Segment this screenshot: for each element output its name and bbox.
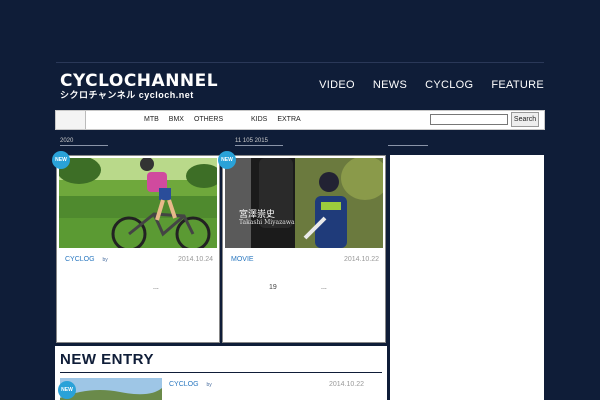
category-links-2: KIDS EXTRA <box>251 116 301 123</box>
article-author: by <box>102 257 108 263</box>
article-photo-kid-bike[interactable] <box>59 158 217 248</box>
sub-nav-bar: MTB BMX OTHERS KIDS EXTRA Search <box>55 110 545 130</box>
entry-meta: CYCLOG by 2014.10.22 <box>169 381 364 388</box>
year-link-left[interactable]: 2020 <box>60 138 108 146</box>
home-tab[interactable] <box>56 111 86 129</box>
new-badge: NEW <box>58 381 76 399</box>
new-entry-rule <box>60 372 382 373</box>
entry-author: by <box>206 382 212 388</box>
article-excerpt-number: 19 <box>269 284 277 291</box>
new-entry-header: NEW ENTRY <box>55 344 387 374</box>
top-divider <box>56 62 544 63</box>
logo-wordmark: CYCLOCHANNEL <box>60 71 219 91</box>
main-nav: VIDEO NEWS CYCLOG FEATURE <box>319 79 544 91</box>
photo-caption-en: Takashi Miyazawa <box>239 219 295 226</box>
entry-date: 2014.10.22 <box>328 381 364 388</box>
subnav-item-kids[interactable]: KIDS <box>251 116 267 123</box>
new-badge: NEW <box>52 151 70 169</box>
year-link-right[interactable]: 11 105 2015 <box>235 138 283 146</box>
article-category[interactable]: MOVIE <box>231 256 254 263</box>
site-logo[interactable]: CYCLOCHANNEL シクロチャンネル cycloch.net <box>60 71 219 102</box>
nav-item-feature[interactable]: FEATURE <box>491 79 544 91</box>
article-card[interactable]: 宮澤崇史 Takashi Miyazawa MOVIE 2014.10.22 1… <box>222 155 386 343</box>
nav-item-video[interactable]: VIDEO <box>319 79 355 91</box>
article-category[interactable]: CYCLOG <box>65 256 95 263</box>
nav-item-news[interactable]: NEWS <box>373 79 407 91</box>
year-link-sidebar[interactable] <box>388 138 428 146</box>
article-meta: MOVIE 2014.10.22 <box>231 256 379 263</box>
article-date: 2014.10.22 <box>343 256 379 263</box>
search-input[interactable] <box>430 114 508 125</box>
article-photo-rider[interactable]: 宮澤崇史 Takashi Miyazawa <box>225 158 383 248</box>
new-badge: NEW <box>218 151 236 169</box>
new-entry-section: NEW ENTRY NEW CYCLOG by 2014.10.22 <box>55 344 387 400</box>
nav-item-cyclog[interactable]: CYCLOG <box>425 79 473 91</box>
sidebar <box>390 155 544 400</box>
article-card[interactable]: CYCLOG by 2014.10.24 ... <box>56 155 220 343</box>
category-links: MTB BMX OTHERS <box>144 116 223 123</box>
new-entry-title: NEW ENTRY <box>60 351 154 368</box>
entry-category[interactable]: CYCLOG <box>169 381 199 388</box>
article-excerpt: ... <box>321 284 327 291</box>
article-meta: CYCLOG by 2014.10.24 <box>65 256 213 263</box>
subnav-item-mtb[interactable]: MTB <box>144 116 159 123</box>
subnav-item-others[interactable]: OTHERS <box>194 116 223 123</box>
subnav-item-bmx[interactable]: BMX <box>169 116 184 123</box>
search-button[interactable]: Search <box>511 112 539 127</box>
article-date: 2014.10.24 <box>177 256 213 263</box>
logo-subtitle: シクロチャンネル cycloch.net <box>60 90 194 100</box>
subnav-item-extra[interactable]: EXTRA <box>277 116 300 123</box>
article-excerpt: ... <box>153 284 159 291</box>
